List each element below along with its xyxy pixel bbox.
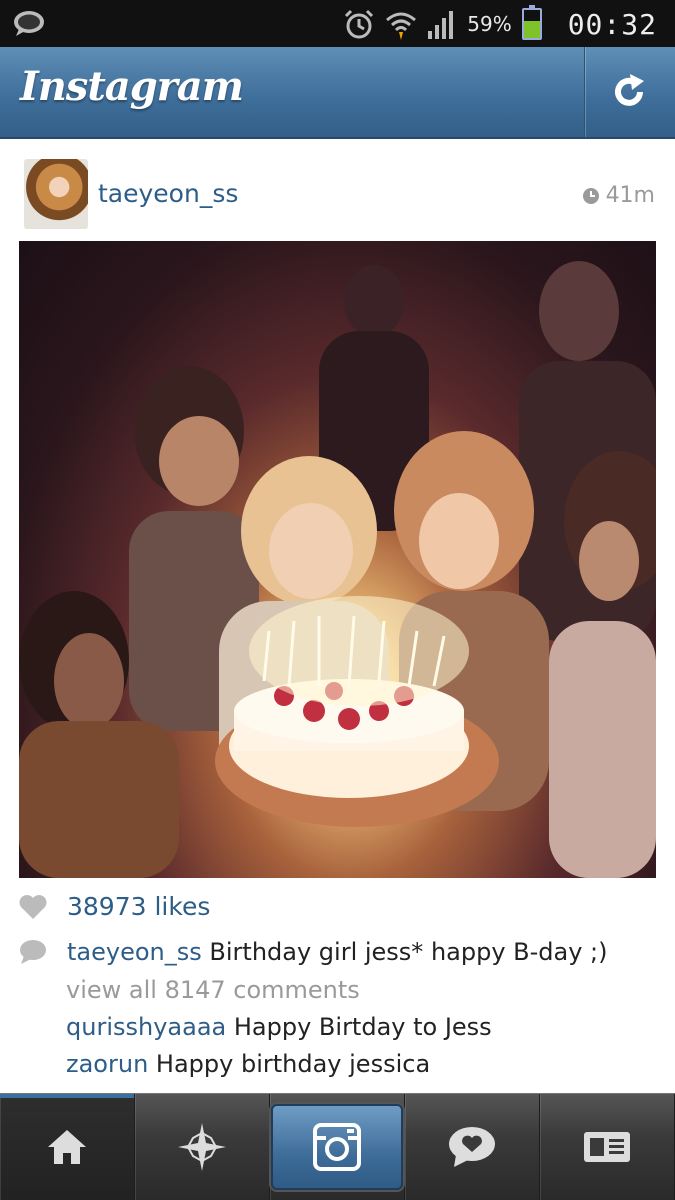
comment-username[interactable]: zaorun xyxy=(66,1050,148,1078)
comment-icon xyxy=(20,940,46,964)
clock: 00:32 xyxy=(567,7,657,41)
time-ago: 41m xyxy=(605,183,655,208)
caption-row: taeyeon_ss Birthday girl jess* happy B-d… xyxy=(19,938,608,966)
bottom-nav xyxy=(0,1093,675,1200)
avatar[interactable] xyxy=(24,159,88,229)
caption-text: Birthday girl jess* happy B-day ;) xyxy=(209,938,608,966)
app-logo: Instagram xyxy=(20,63,244,110)
camera-icon xyxy=(313,1123,361,1171)
wifi-icon xyxy=(386,12,417,40)
battery-icon xyxy=(521,5,542,40)
clock-icon xyxy=(582,187,599,204)
comment: zaorun Happy birthday jessica xyxy=(66,1050,430,1078)
caption: taeyeon_ss Birthday girl jess* happy B-d… xyxy=(67,938,608,966)
nav-news[interactable] xyxy=(405,1094,540,1200)
app-header: Instagram xyxy=(0,47,675,139)
signal-icon xyxy=(428,11,454,39)
photo-illustration xyxy=(19,261,656,878)
refresh-button[interactable] xyxy=(584,47,675,137)
profile-icon xyxy=(584,1132,630,1162)
nav-camera[interactable] xyxy=(270,1094,405,1200)
home-icon xyxy=(48,1130,86,1164)
comment-text: Happy birthday jessica xyxy=(155,1050,431,1078)
post-username[interactable]: taeyeon_ss xyxy=(98,179,238,208)
view-all-comments-link[interactable]: view all 8147 comments xyxy=(66,976,360,1004)
comment-username[interactable]: qurisshyaaaa xyxy=(66,1013,226,1041)
refresh-icon xyxy=(615,74,644,106)
post-header: taeyeon_ss 41m xyxy=(0,139,675,241)
comment-text: Happy Birtday to Jess xyxy=(233,1013,492,1041)
likes-count[interactable]: 38973 likes xyxy=(67,892,210,921)
camera-button[interactable] xyxy=(271,1104,403,1190)
explore-icon xyxy=(178,1123,226,1171)
comment: qurisshyaaaa Happy Birtday to Jess xyxy=(66,1013,492,1041)
post-timestamp: 41m xyxy=(582,183,655,208)
likes-row[interactable]: 38973 likes xyxy=(19,892,210,921)
nav-explore[interactable] xyxy=(135,1094,270,1200)
chat-notification-icon xyxy=(14,11,44,36)
nav-home[interactable] xyxy=(0,1094,135,1200)
battery-percent: 59% xyxy=(467,12,512,36)
status-bar: 59% 00:32 xyxy=(0,0,675,47)
nav-profile[interactable] xyxy=(540,1094,675,1200)
caption-username[interactable]: taeyeon_ss xyxy=(67,938,202,966)
heart-icon xyxy=(19,894,47,919)
news-icon xyxy=(449,1127,495,1167)
post-photo[interactable] xyxy=(19,241,656,878)
alarm-icon xyxy=(345,9,374,39)
